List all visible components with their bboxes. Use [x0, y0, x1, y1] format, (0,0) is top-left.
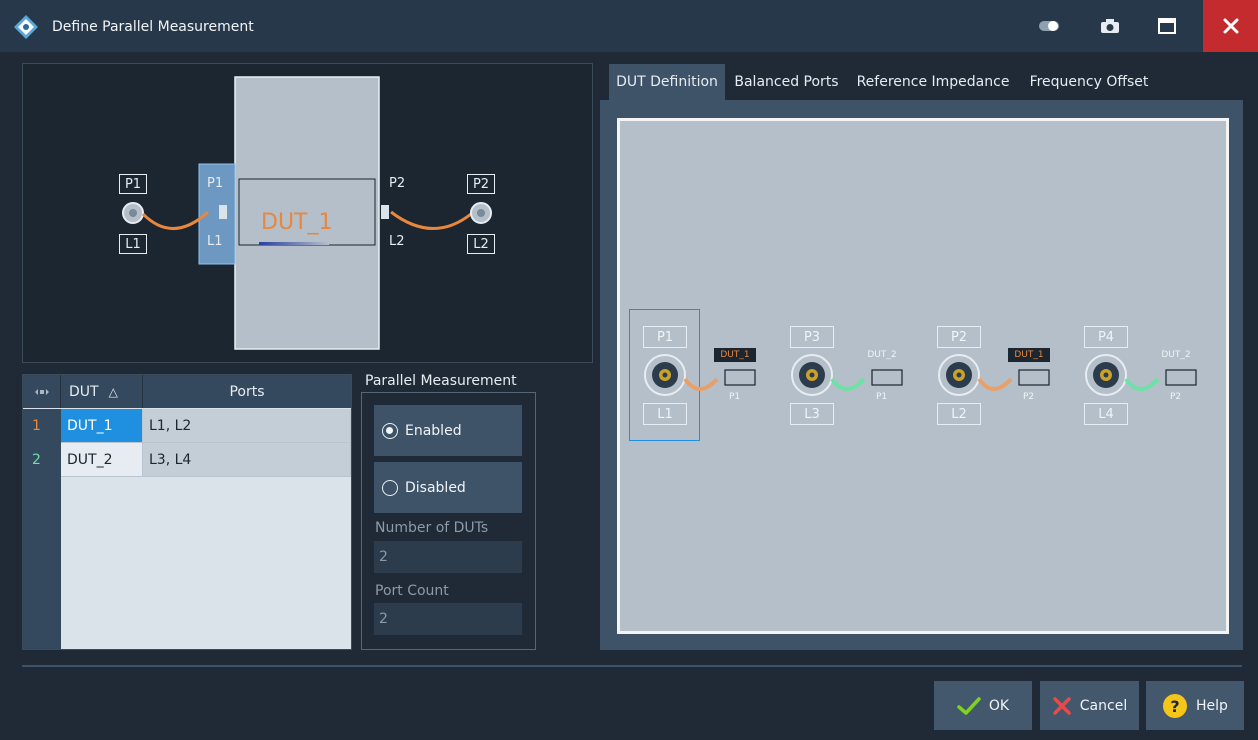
tab-balanced-ports[interactable]: Balanced Ports: [728, 64, 845, 100]
checkmark-icon: [957, 696, 981, 715]
dut-cell[interactable]: DUT_2: [61, 443, 143, 477]
right-port-top-label: P2: [467, 174, 495, 194]
port-bottom-label: L2: [937, 403, 981, 425]
plug-left-icon: [219, 205, 227, 219]
enabled-label: Enabled: [405, 422, 462, 439]
ok-label: OK: [988, 697, 1010, 714]
cancel-x-icon: [1053, 696, 1071, 715]
port-unit[interactable]: P2 DUT_1 P2 L2: [923, 309, 1053, 441]
device-port-right-top-label: P2: [389, 176, 406, 191]
pin-label: P2: [1170, 392, 1182, 402]
ok-button[interactable]: OK: [934, 681, 1032, 730]
help-icon: ?: [1163, 693, 1188, 718]
dut-tag: DUT_2: [867, 350, 897, 360]
dut-cell[interactable]: DUT_1: [61, 409, 143, 443]
right-port-bottom-label: L2: [467, 234, 495, 254]
port-bottom-label: L3: [790, 403, 834, 425]
port-unit[interactable]: P3 DUT_2 P1 L3: [776, 309, 906, 441]
dut-tag: DUT_2: [1161, 350, 1191, 360]
window-title: Define Parallel Measurement: [52, 19, 254, 35]
pin-label: P1: [876, 392, 888, 402]
screenshot-button[interactable]: [1095, 12, 1125, 40]
port-top-label: P3: [790, 326, 834, 348]
tab-reference-impedance[interactable]: Reference Impedance: [848, 64, 1018, 100]
row-header-corner[interactable]: [23, 375, 61, 408]
pin-label: P1: [729, 392, 741, 402]
dut-name-label: DUT_1: [261, 210, 333, 235]
separator: [22, 665, 1242, 667]
pin-label: P2: [1023, 392, 1035, 402]
ports-cell[interactable]: L1, L2: [143, 409, 351, 443]
left-port-bottom-label: L1: [119, 234, 147, 254]
app-logo-icon: [14, 15, 38, 39]
row-header-filler: [23, 477, 61, 649]
cancel-button[interactable]: Cancel: [1040, 681, 1139, 730]
device-port-left-bottom-label: L1: [207, 234, 223, 249]
close-icon: [1223, 18, 1238, 34]
tab-frequency-offset[interactable]: Frequency Offset: [1021, 64, 1157, 100]
radio-checked-icon: [382, 422, 398, 439]
num-duts-field: 2: [374, 541, 522, 573]
disabled-radio[interactable]: Disabled: [374, 462, 522, 513]
port-count-field: 2: [374, 603, 522, 635]
cancel-label: Cancel: [1079, 697, 1128, 714]
port-top-label: P4: [1084, 326, 1128, 348]
left-port-top-label: P1: [119, 174, 147, 194]
expand-columns-icon: [34, 388, 49, 395]
port-count-label: Port Count: [375, 583, 449, 599]
port-top-label: P2: [937, 326, 981, 348]
plug-right-icon: [381, 205, 389, 219]
port-unit[interactable]: P4 DUT_2 P2 L4: [1070, 309, 1200, 441]
help-label: Help: [1196, 697, 1228, 714]
toggle-button[interactable]: [1035, 12, 1065, 40]
connector-center-icon: [477, 209, 485, 217]
column-header-ports-label: Ports: [229, 383, 265, 400]
dut-underline: [259, 242, 329, 245]
disabled-label: Disabled: [405, 479, 466, 496]
device-port-right-bottom-label: L2: [389, 234, 405, 249]
maximize-button[interactable]: [1152, 12, 1182, 40]
cable-right: [390, 210, 472, 230]
title-bar: Define Parallel Measurement: [0, 0, 1258, 52]
help-button[interactable]: ? Help: [1146, 681, 1244, 730]
dut-tag: DUT_1: [1008, 348, 1050, 362]
dut-diagram-panel: P1 L1 P1 L1 DUT_1 P2 L2 P2 L2: [22, 63, 593, 363]
column-header-dut[interactable]: DUT △: [61, 375, 143, 408]
camera-icon: [1101, 19, 1119, 33]
connector-center-icon: [129, 209, 137, 217]
device-port-left-top-label: P1: [207, 176, 224, 191]
toggle-icon: [1039, 21, 1059, 31]
svg-text:?: ?: [1170, 697, 1179, 716]
column-header-dut-label: DUT: [69, 383, 99, 400]
cable-left: [141, 210, 210, 230]
maximize-icon: [1158, 18, 1176, 34]
num-duts-label: Number of DUTs: [375, 520, 489, 536]
port-bottom-label: L1: [643, 403, 687, 425]
column-header-ports[interactable]: Ports: [143, 375, 351, 408]
enabled-radio[interactable]: Enabled: [374, 405, 522, 456]
dut-tag: DUT_1: [714, 348, 756, 362]
tab-dut-definition[interactable]: DUT Definition: [609, 64, 725, 100]
row-number: 2: [23, 443, 61, 477]
port-bottom-label: L4: [1084, 403, 1128, 425]
parallel-measurement-title: Parallel Measurement: [363, 373, 519, 389]
dut-table: DUT △ Ports 1 DUT_1 L1, L2 2 DUT_2 L3, L…: [22, 374, 352, 650]
radio-unchecked-icon: [382, 479, 398, 496]
ports-cell[interactable]: L3, L4: [143, 443, 351, 477]
close-button[interactable]: [1203, 0, 1258, 52]
port-unit[interactable]: P1 DUT_1 P1 L1: [629, 309, 759, 441]
row-number: 1: [23, 409, 61, 443]
port-top-label: P1: [643, 326, 687, 348]
sort-ascending-icon: △: [108, 384, 118, 399]
